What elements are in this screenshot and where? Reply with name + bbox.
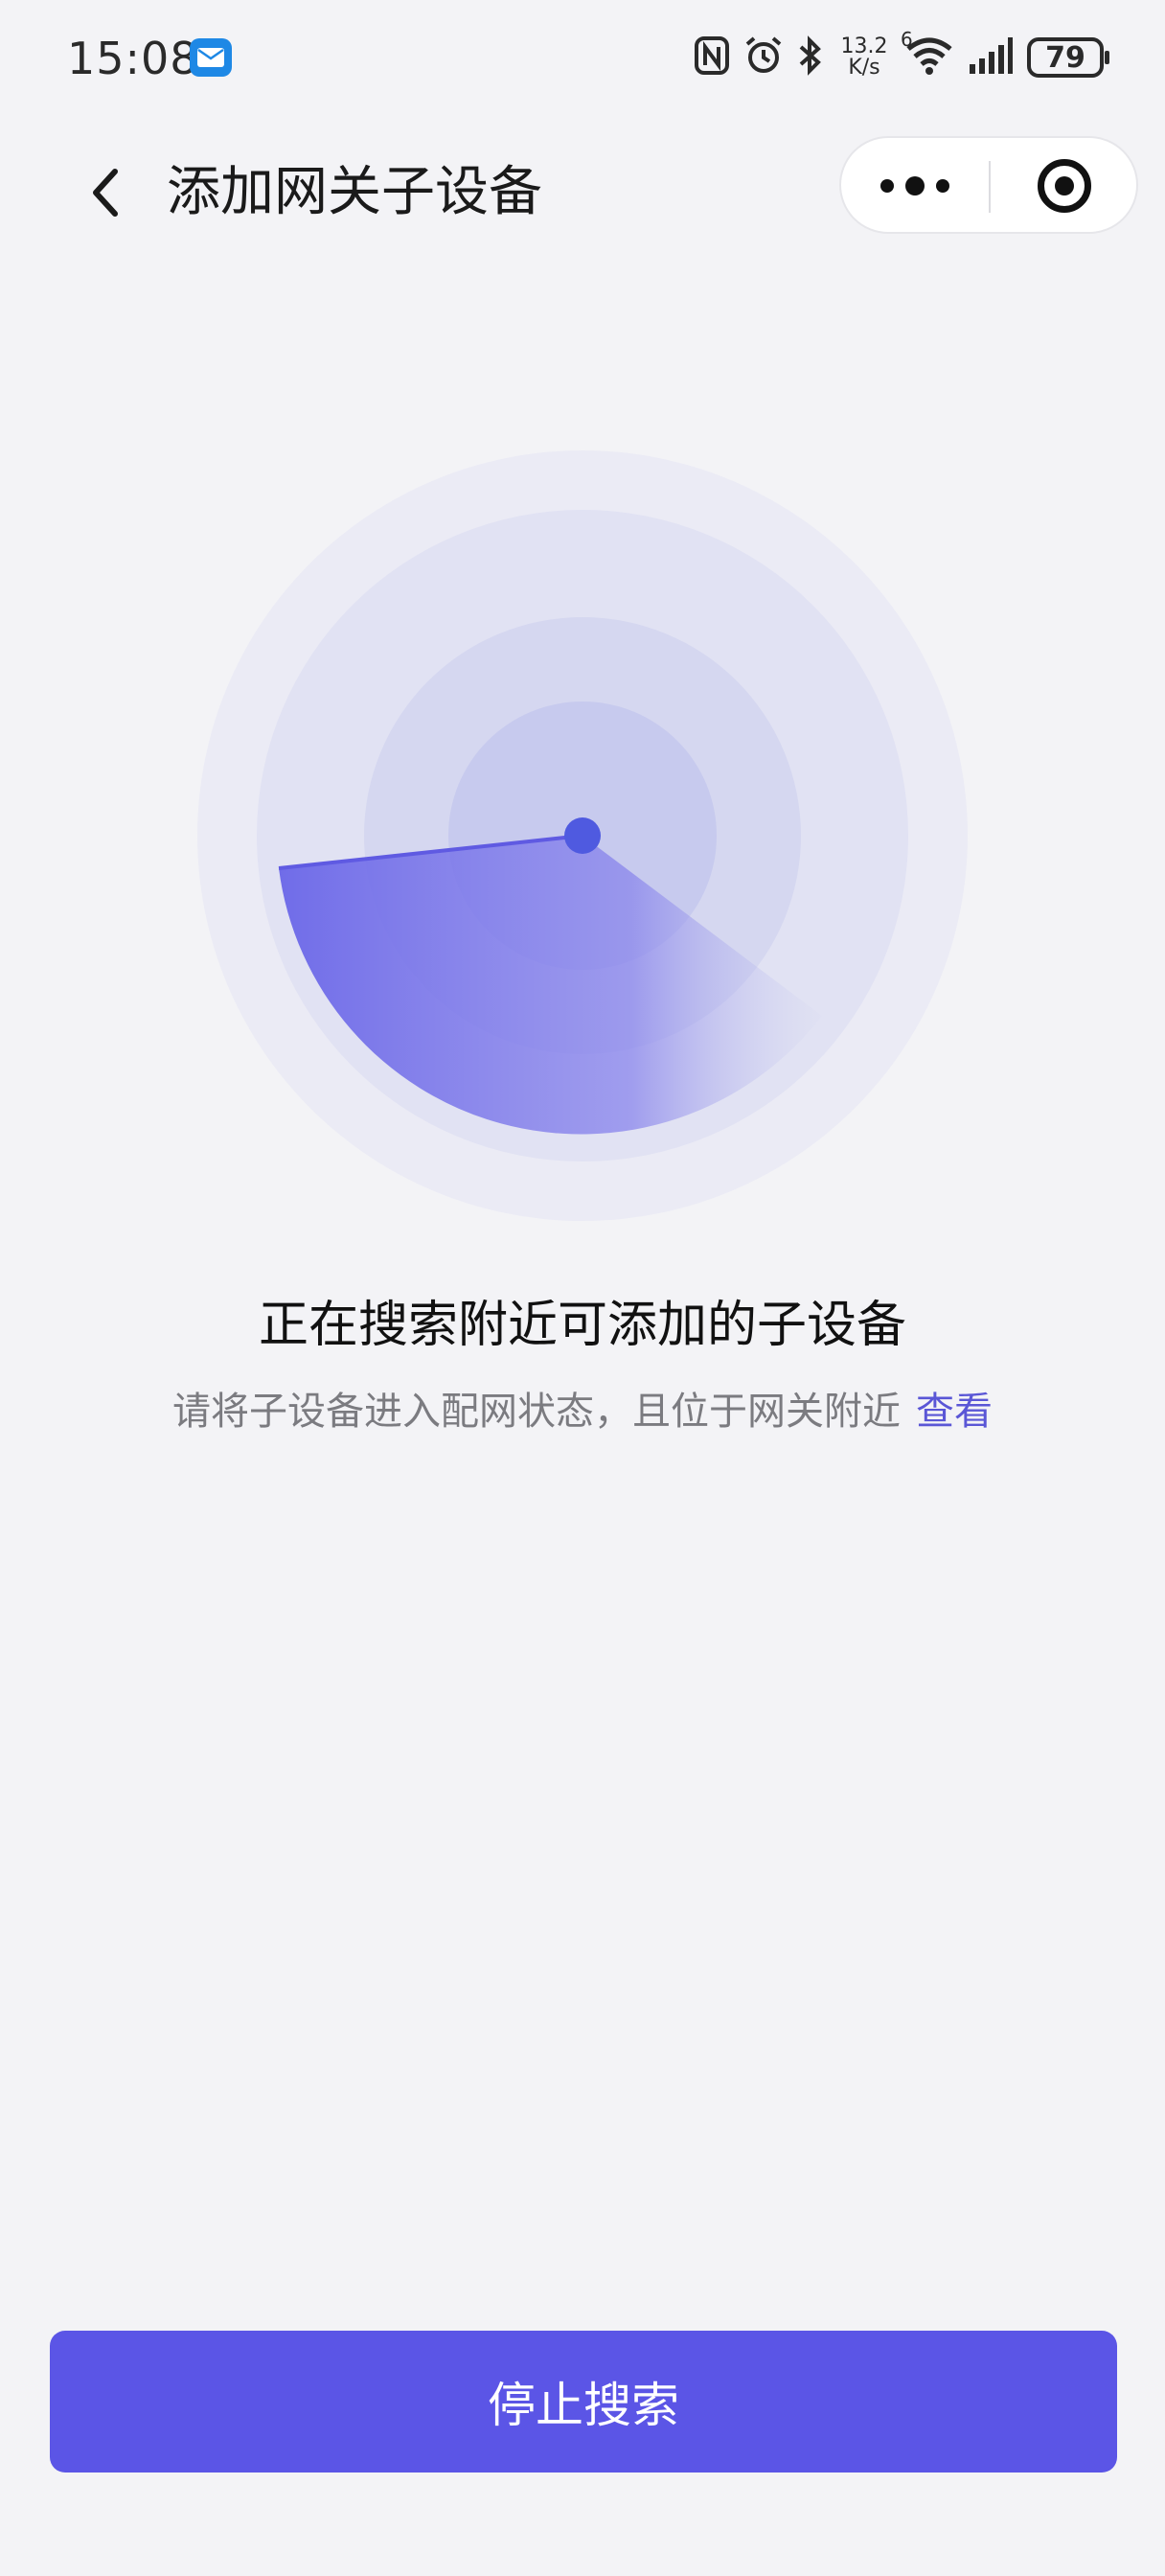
wifi-badge: 6 xyxy=(901,28,913,51)
net-speed-unit: K/s xyxy=(848,56,880,80)
stop-search-button[interactable]: 停止搜索 xyxy=(50,2331,1117,2472)
close-button[interactable] xyxy=(991,138,1138,234)
net-speed: 13.2 K/s xyxy=(837,36,891,79)
battery-icon: 79 xyxy=(1027,37,1109,78)
chevron-left-icon xyxy=(93,169,118,217)
target-icon xyxy=(1038,159,1091,213)
search-hint-text: 请将子设备进入配网状态，且位于网关附近 xyxy=(172,1390,901,1434)
bluetooth-icon xyxy=(797,35,824,80)
radar-scan xyxy=(197,450,968,1221)
nav-bar: 添加网关子设备 xyxy=(0,125,1165,259)
search-hint: 请将子设备进入配网状态，且位于网关附近 查看 xyxy=(0,1380,1165,1436)
more-dots-icon xyxy=(880,179,894,193)
mail-icon xyxy=(190,38,232,77)
view-link[interactable]: 查看 xyxy=(916,1390,993,1434)
radar-center-dot xyxy=(564,817,601,854)
status-icons: 13.2 K/s 6 79 xyxy=(694,28,1109,86)
net-speed-value: 13.2 xyxy=(840,34,888,58)
alarm-icon xyxy=(743,35,784,80)
page: 15:08 13.2 K/s 6 79 添加网关子设备 正在搜索附近可添加的子设… xyxy=(0,0,1165,2576)
status-time: 15:08 xyxy=(67,33,199,84)
status-bar: 15:08 13.2 K/s 6 79 xyxy=(0,0,1165,115)
signal-icon xyxy=(968,35,1014,80)
more-dot-right xyxy=(936,179,949,193)
searching-title: 正在搜索附近可添加的子设备 xyxy=(258,1297,906,1354)
wifi-icon: 6 xyxy=(901,28,954,80)
back-button[interactable] xyxy=(71,159,138,226)
mini-program-capsule xyxy=(839,136,1138,234)
nfc-icon xyxy=(694,35,730,80)
more-button[interactable] xyxy=(841,138,989,234)
target-center xyxy=(1055,176,1074,196)
more-dot-center xyxy=(905,176,925,196)
battery-level: 79 xyxy=(1045,40,1085,75)
page-title: 添加网关子设备 xyxy=(167,161,542,223)
